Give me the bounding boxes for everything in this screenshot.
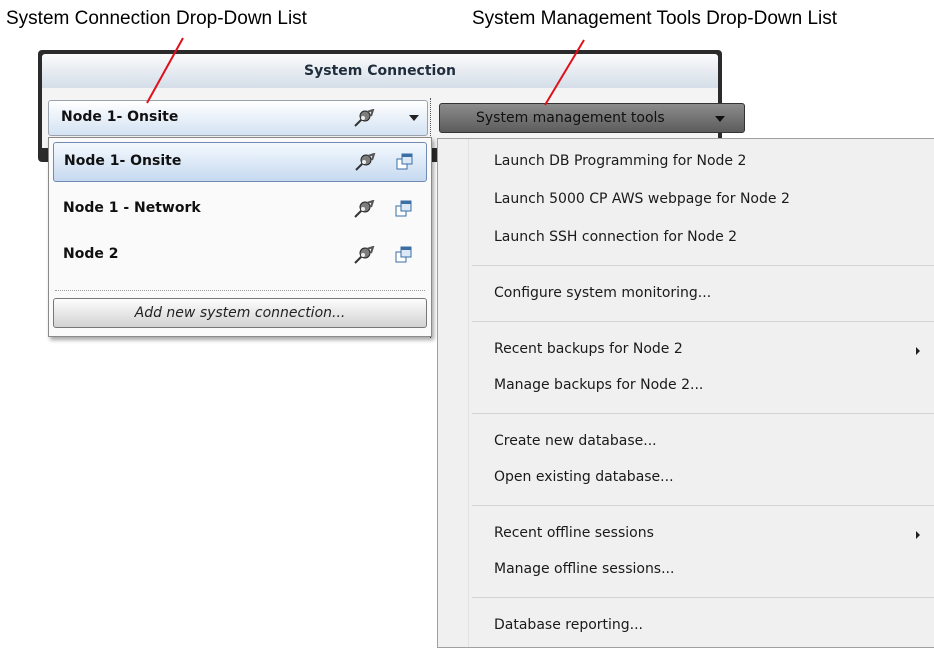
menu-item-open-database[interactable]: Open existing database... bbox=[494, 469, 674, 485]
node-connect-icon bbox=[354, 152, 376, 175]
menu-separator bbox=[472, 505, 934, 506]
chevron-down-icon bbox=[715, 116, 725, 122]
connection-item[interactable]: Node 2 bbox=[49, 234, 431, 278]
connection-item-label: Node 1- Onsite bbox=[64, 153, 182, 169]
node-connect-icon bbox=[353, 199, 375, 222]
system-connection-list: Node 1- Onsite Node 1 - Network Node 2 A… bbox=[48, 137, 432, 337]
menu-separator bbox=[472, 597, 934, 598]
callout-tools-list: System Management Tools Drop-Down List bbox=[472, 8, 838, 29]
menu-item-manage-backups[interactable]: Manage backups for Node 2... bbox=[494, 377, 703, 393]
connection-item-label: Node 2 bbox=[63, 246, 119, 262]
menu-item-manage-offline-sessions[interactable]: Manage offline sessions... bbox=[494, 561, 674, 577]
menu-item-database-reporting[interactable]: Database reporting... bbox=[494, 617, 643, 633]
menu-separator bbox=[472, 265, 934, 266]
open-window-icon[interactable] bbox=[395, 200, 413, 222]
menu-item-recent-backups[interactable]: Recent backups for Node 2 bbox=[494, 341, 683, 357]
submenu-arrow-icon bbox=[916, 531, 920, 539]
connection-item[interactable]: Node 1- Onsite bbox=[53, 142, 427, 182]
connection-item[interactable]: Node 1 - Network bbox=[49, 188, 431, 232]
menu-icon-gutter bbox=[468, 139, 469, 647]
system-management-tools-button[interactable]: System management tools bbox=[439, 103, 745, 133]
system-management-tools-menu: Launch DB Programming for Node 2 Launch … bbox=[437, 138, 934, 648]
chevron-down-icon[interactable] bbox=[409, 115, 419, 121]
menu-separator bbox=[472, 321, 934, 322]
menu-item-launch-aws-webpage[interactable]: Launch 5000 CP AWS webpage for Node 2 bbox=[494, 191, 790, 207]
connection-item-label: Node 1 - Network bbox=[63, 200, 201, 216]
menu-item-launch-db-programming[interactable]: Launch DB Programming for Node 2 bbox=[494, 153, 746, 169]
selected-connection-label: Node 1- Onsite bbox=[61, 109, 179, 125]
open-window-icon[interactable] bbox=[396, 153, 414, 175]
submenu-arrow-icon bbox=[916, 347, 920, 355]
tools-button-label: System management tools bbox=[476, 110, 665, 126]
menu-item-configure-monitoring[interactable]: Configure system monitoring... bbox=[494, 285, 711, 301]
callout-connection-list: System Connection Drop-Down List bbox=[6, 8, 307, 29]
open-window-icon[interactable] bbox=[395, 246, 413, 268]
add-new-connection-button[interactable]: Add new system connection... bbox=[53, 298, 427, 328]
divider bbox=[55, 290, 425, 291]
panel-title: System Connection bbox=[42, 54, 718, 88]
menu-item-create-database[interactable]: Create new database... bbox=[494, 433, 657, 449]
menu-item-recent-offline-sessions[interactable]: Recent offline sessions bbox=[494, 525, 654, 541]
system-connection-dropdown[interactable]: Node 1- Onsite bbox=[48, 100, 428, 136]
menu-item-launch-ssh[interactable]: Launch SSH connection for Node 2 bbox=[494, 229, 737, 245]
node-connect-icon bbox=[353, 245, 375, 268]
node-connect-icon bbox=[353, 108, 375, 131]
menu-separator bbox=[472, 413, 934, 414]
